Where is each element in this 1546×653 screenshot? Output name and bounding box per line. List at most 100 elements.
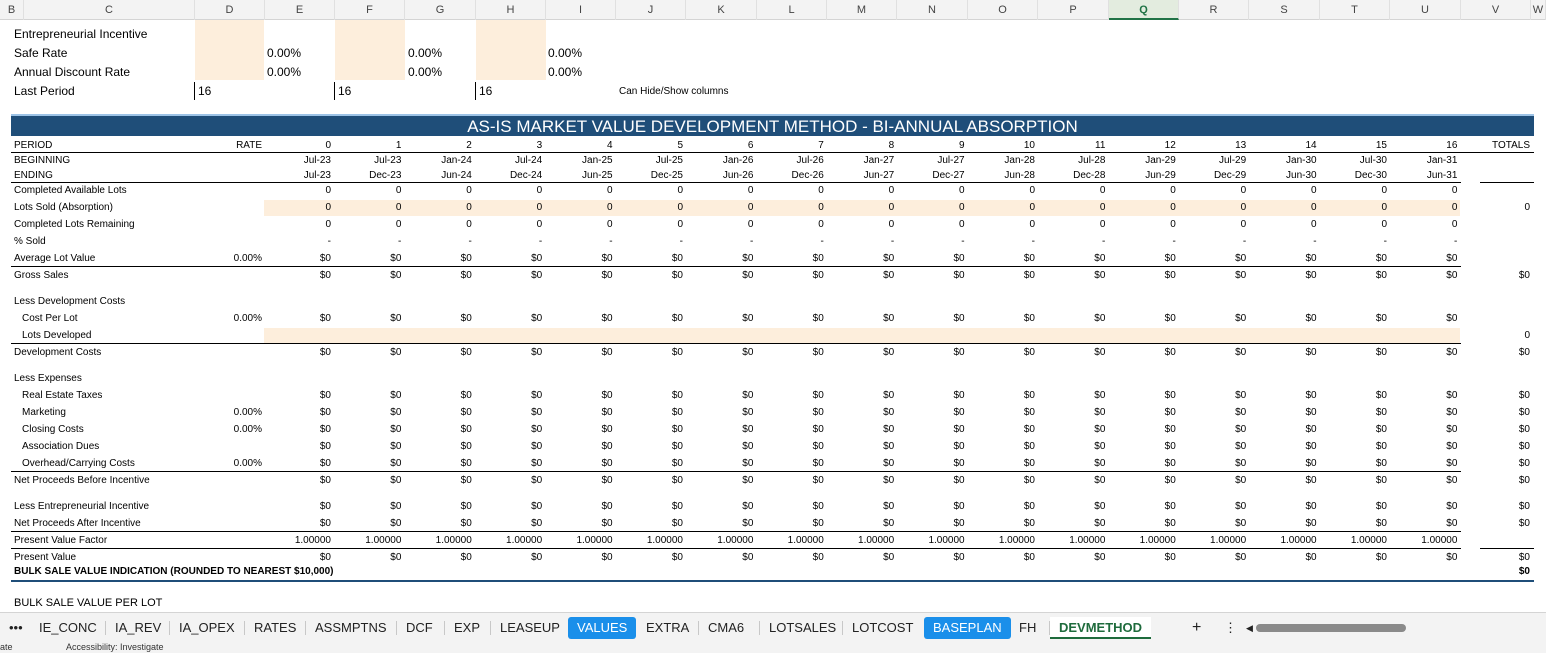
sheet-tab-exp[interactable]: EXP	[445, 617, 489, 639]
period-value[interactable]: 0	[1407, 201, 1458, 215]
column-header-u[interactable]: U	[1390, 0, 1461, 20]
sheet-tab-assmptns[interactable]: ASSMPTNS	[306, 617, 396, 639]
row-rate[interactable]: 0.00%	[200, 406, 262, 420]
period-value[interactable]: $0	[492, 457, 542, 471]
period-value[interactable]: $0	[633, 312, 683, 326]
period-value[interactable]: 0	[563, 184, 613, 198]
period-value[interactable]: $0	[985, 346, 1035, 360]
last-period-value[interactable]: 16	[198, 84, 211, 98]
period-value[interactable]: $0	[1196, 269, 1246, 283]
period-value[interactable]: 0	[1055, 201, 1106, 215]
period-value[interactable]: $0	[915, 312, 964, 326]
period-value[interactable]: $0	[563, 474, 612, 488]
period-value[interactable]: 0	[1126, 184, 1176, 198]
period-value[interactable]: $0	[281, 312, 331, 326]
period-value[interactable]: $0	[915, 346, 964, 360]
column-header-e[interactable]: E	[265, 0, 335, 20]
period-value[interactable]: 0	[774, 201, 824, 215]
period-value[interactable]: $0	[1055, 457, 1105, 471]
sheet-tab-cma6[interactable]: CMA6	[699, 617, 753, 639]
period-value[interactable]: $0	[563, 551, 612, 565]
period-value[interactable]: 0	[1126, 201, 1176, 215]
row-total[interactable]: $0	[1460, 500, 1530, 514]
bulk-sale-value[interactable]: $0	[1460, 565, 1530, 579]
period-value[interactable]: $0	[1407, 474, 1457, 488]
period-value[interactable]: $0	[1055, 389, 1105, 403]
period-value[interactable]: $0	[281, 252, 331, 266]
column-header-i[interactable]: I	[546, 0, 616, 20]
column-header-k[interactable]: K	[686, 0, 757, 20]
period-value[interactable]: $0	[1337, 312, 1387, 326]
period-value[interactable]: $0	[1267, 551, 1316, 565]
period-value[interactable]: $0	[351, 389, 401, 403]
period-value[interactable]: 1.00000	[1267, 534, 1316, 548]
period-value[interactable]: $0	[1337, 551, 1387, 565]
period-value[interactable]: $0	[985, 423, 1035, 437]
period-value[interactable]: 0	[985, 218, 1035, 232]
row-rate[interactable]: 0.00%	[200, 457, 262, 471]
period-value[interactable]: $0	[915, 474, 964, 488]
period-value[interactable]: 0	[1055, 218, 1106, 232]
period-value[interactable]: -	[1267, 235, 1316, 249]
period-value[interactable]: $0	[1196, 500, 1246, 514]
row-total[interactable]: 0	[1460, 201, 1530, 215]
sheet-tab-ie-conc[interactable]: IE_CONC	[30, 617, 106, 639]
period-value[interactable]: $0	[351, 423, 401, 437]
row-total[interactable]: $0	[1460, 269, 1530, 283]
period-value[interactable]: $0	[1196, 406, 1246, 420]
period-value[interactable]: $0	[703, 406, 753, 420]
period-value[interactable]: $0	[1126, 252, 1176, 266]
period-value[interactable]: $0	[1196, 474, 1246, 488]
sheet-tab-ia-opex[interactable]: IA_OPEX	[170, 617, 244, 639]
period-value[interactable]: $0	[1126, 517, 1176, 531]
sheet-tab-lotsales[interactable]: LOTSALES	[760, 617, 845, 639]
column-header-l[interactable]: L	[757, 0, 827, 20]
period-value[interactable]: $0	[351, 474, 401, 488]
period-value[interactable]: -	[563, 235, 612, 249]
period-value[interactable]: 0	[703, 184, 754, 198]
column-header-h[interactable]: H	[476, 0, 546, 20]
period-value[interactable]: $0	[563, 517, 612, 531]
period-value[interactable]: $0	[915, 406, 964, 420]
period-value[interactable]: $0	[1126, 269, 1176, 283]
sheet-tab-dcf[interactable]: DCF	[397, 617, 442, 639]
period-value[interactable]: 1.00000	[1337, 534, 1387, 548]
period-value[interactable]: $0	[985, 440, 1035, 454]
period-value[interactable]: 0	[844, 218, 895, 232]
period-value[interactable]: $0	[563, 406, 612, 420]
period-value[interactable]: $0	[915, 252, 964, 266]
period-value[interactable]: 0	[703, 218, 754, 232]
period-value[interactable]: $0	[1337, 389, 1387, 403]
period-value[interactable]: $0	[422, 517, 472, 531]
row-total[interactable]: $0	[1460, 389, 1530, 403]
period-value[interactable]: $0	[351, 406, 401, 420]
period-value[interactable]: $0	[1055, 500, 1105, 514]
period-value[interactable]: $0	[915, 440, 964, 454]
column-header-n[interactable]: N	[897, 0, 968, 20]
period-value[interactable]: 0	[985, 184, 1035, 198]
period-value[interactable]: 0	[281, 201, 331, 215]
period-value[interactable]: $0	[351, 346, 401, 360]
period-value[interactable]: $0	[422, 423, 472, 437]
period-value[interactable]: $0	[1267, 312, 1316, 326]
period-value[interactable]: 1.00000	[1126, 534, 1176, 548]
period-value[interactable]: $0	[703, 269, 753, 283]
row-total[interactable]: $0	[1460, 457, 1530, 471]
period-value[interactable]: $0	[1267, 346, 1316, 360]
row-total[interactable]: $0	[1460, 551, 1530, 565]
period-value[interactable]: $0	[1196, 346, 1246, 360]
period-value[interactable]: $0	[774, 269, 824, 283]
period-value[interactable]: $0	[492, 440, 542, 454]
period-value[interactable]: 0	[422, 218, 472, 232]
period-value[interactable]: $0	[633, 346, 683, 360]
period-value[interactable]: $0	[563, 252, 612, 266]
more-sheets-icon[interactable]: •••	[0, 617, 32, 639]
period-value[interactable]: $0	[844, 252, 894, 266]
period-value[interactable]: $0	[1267, 440, 1316, 454]
period-value[interactable]: 0	[774, 184, 824, 198]
period-value[interactable]: $0	[633, 517, 683, 531]
period-value[interactable]: $0	[422, 551, 472, 565]
period-value[interactable]: $0	[1267, 406, 1316, 420]
period-value[interactable]: $0	[351, 269, 401, 283]
period-value[interactable]: $0	[1407, 312, 1457, 326]
